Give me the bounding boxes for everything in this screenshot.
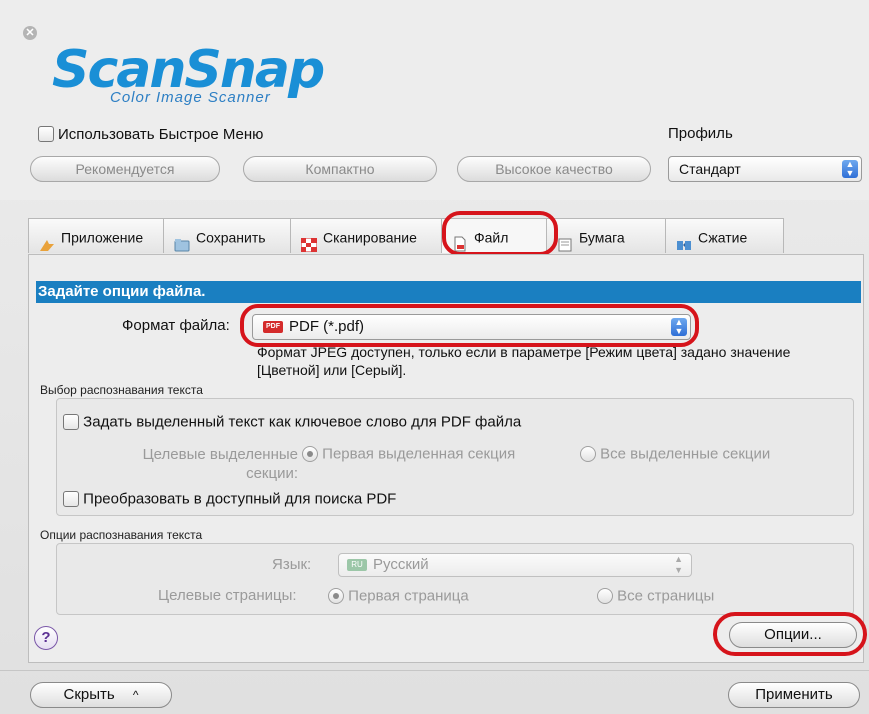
searchable-pdf-checkbox[interactable]: Преобразовать в доступный для поиска PDF bbox=[63, 490, 396, 508]
select-arrows-icon: ▲ ▼ bbox=[671, 318, 687, 336]
file-icon bbox=[452, 230, 468, 252]
pdf-icon: PDF bbox=[263, 321, 283, 333]
folder-icon bbox=[174, 230, 190, 252]
tab-file[interactable]: Файл bbox=[441, 218, 547, 253]
tab-label: Сканирование bbox=[323, 229, 417, 246]
radio-first-page[interactable]: Первая страница bbox=[328, 587, 469, 605]
checkbox-icon[interactable] bbox=[63, 491, 79, 508]
radio-icon[interactable] bbox=[597, 588, 613, 605]
close-icon[interactable]: ✕ bbox=[23, 26, 37, 40]
application-icon bbox=[39, 230, 55, 252]
ocr-options-title: Опции распознавания текста bbox=[40, 528, 203, 542]
target-pages-label: Целевые страницы: bbox=[158, 587, 297, 604]
logo-sub-text: Color Image Scanner bbox=[110, 89, 271, 106]
radio-all-pages-label: Все страницы bbox=[617, 587, 715, 605]
scansnap-window: ✕ ScanSnap Color Image Scanner Использов… bbox=[0, 0, 869, 714]
keyword-checkbox-label: Задать выделенный текст как ключевое сло… bbox=[83, 413, 522, 431]
tab-label: Файл bbox=[474, 229, 509, 246]
tab-application[interactable]: Приложение bbox=[28, 218, 164, 253]
tab-label: Приложение bbox=[61, 229, 144, 246]
checkbox-icon[interactable] bbox=[38, 126, 54, 143]
tab-save[interactable]: Сохранить bbox=[163, 218, 291, 253]
chevron-up-icon: ^ bbox=[132, 688, 139, 702]
mode-recommended-button[interactable]: Рекомендуется bbox=[30, 156, 220, 182]
profile-select[interactable]: Стандарт ▲ ▼ bbox=[668, 156, 862, 182]
language-value: Русский bbox=[373, 556, 429, 573]
format-note: Формат JPEG доступен, только если в пара… bbox=[257, 344, 791, 378]
target-sections-label-line2: секции: bbox=[246, 465, 298, 482]
quick-menu-checkbox[interactable]: Использовать Быстрое Меню bbox=[38, 125, 263, 143]
paper-icon bbox=[557, 230, 573, 252]
checkbox-icon[interactable] bbox=[63, 414, 79, 431]
language-label: Язык: bbox=[272, 556, 312, 573]
radio-icon[interactable] bbox=[328, 588, 344, 605]
language-select[interactable]: RU Русский ▲ ▼ bbox=[338, 553, 692, 577]
radio-first-page-label: Первая страница bbox=[348, 587, 469, 605]
file-format-select[interactable]: PDF PDF (*.pdf) ▲ ▼ bbox=[252, 314, 691, 340]
target-sections-label: Целевые выделенные секции: bbox=[108, 445, 298, 483]
hide-button[interactable]: Скрыть ^ bbox=[30, 682, 172, 708]
ru-flag-icon: RU bbox=[347, 559, 367, 571]
radio-all-pages[interactable]: Все страницы bbox=[597, 587, 714, 605]
tab-scanning[interactable]: Сканирование bbox=[290, 218, 442, 253]
options-button[interactable]: Опции... bbox=[729, 622, 857, 648]
radio-first-section[interactable]: Первая выделенная секция bbox=[302, 445, 515, 463]
format-value: PDF (*.pdf) bbox=[289, 318, 365, 335]
divider bbox=[0, 670, 869, 671]
scan-icon bbox=[300, 230, 318, 253]
scansnap-logo: ScanSnap Color Image Scanner bbox=[52, 44, 412, 124]
mode-compact-button[interactable]: Компактно bbox=[243, 156, 437, 182]
section-title: Задайте опции файла. bbox=[36, 281, 861, 303]
ocr-group-title: Выбор распознавания текста bbox=[40, 383, 203, 397]
quick-menu-label: Использовать Быстрое Меню bbox=[58, 125, 264, 143]
tab-compression[interactable]: Сжатие bbox=[665, 218, 784, 253]
hide-button-label: Скрыть bbox=[63, 686, 115, 703]
tab-label: Бумага bbox=[579, 229, 625, 246]
help-icon[interactable]: ? bbox=[34, 626, 58, 650]
select-arrows-icon: ▲ ▼ bbox=[842, 160, 858, 178]
mode-high-quality-button[interactable]: Высокое качество bbox=[457, 156, 651, 182]
radio-first-section-label: Первая выделенная секция bbox=[322, 445, 516, 463]
radio-icon[interactable] bbox=[302, 446, 318, 463]
radio-all-sections-label: Все выделенные секции bbox=[600, 445, 771, 463]
radio-icon[interactable] bbox=[580, 446, 596, 463]
compression-icon bbox=[676, 230, 692, 251]
searchable-pdf-label: Преобразовать в доступный для поиска PDF bbox=[83, 490, 397, 508]
select-arrows-icon: ▲ ▼ bbox=[674, 554, 683, 575]
format-label: Формат файла: bbox=[122, 317, 230, 334]
radio-all-sections[interactable]: Все выделенные секции bbox=[580, 445, 770, 463]
apply-button[interactable]: Применить bbox=[728, 682, 860, 708]
keyword-checkbox[interactable]: Задать выделенный текст как ключевое сло… bbox=[63, 413, 521, 431]
tab-label: Сохранить bbox=[196, 229, 266, 246]
tab-label: Сжатие bbox=[698, 229, 748, 246]
target-sections-label-line1: Целевые выделенные bbox=[142, 446, 298, 463]
tab-paper[interactable]: Бумага bbox=[546, 218, 666, 253]
profile-value: Стандарт bbox=[679, 161, 741, 177]
profile-label: Профиль bbox=[668, 125, 733, 142]
